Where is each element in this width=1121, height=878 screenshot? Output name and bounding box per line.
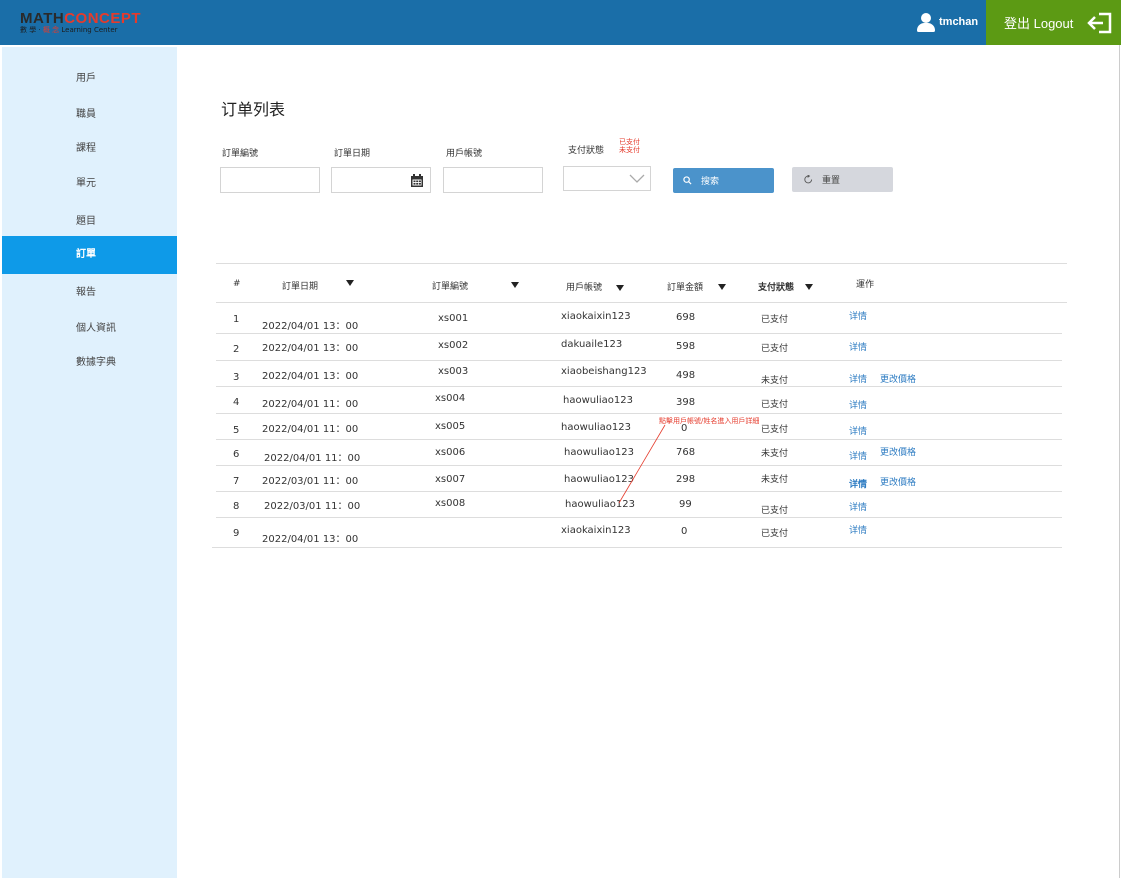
annotation-note: 點擊用戶帳號/姓名進入用戶詳細 [659,417,760,425]
annotation-line [618,424,666,504]
